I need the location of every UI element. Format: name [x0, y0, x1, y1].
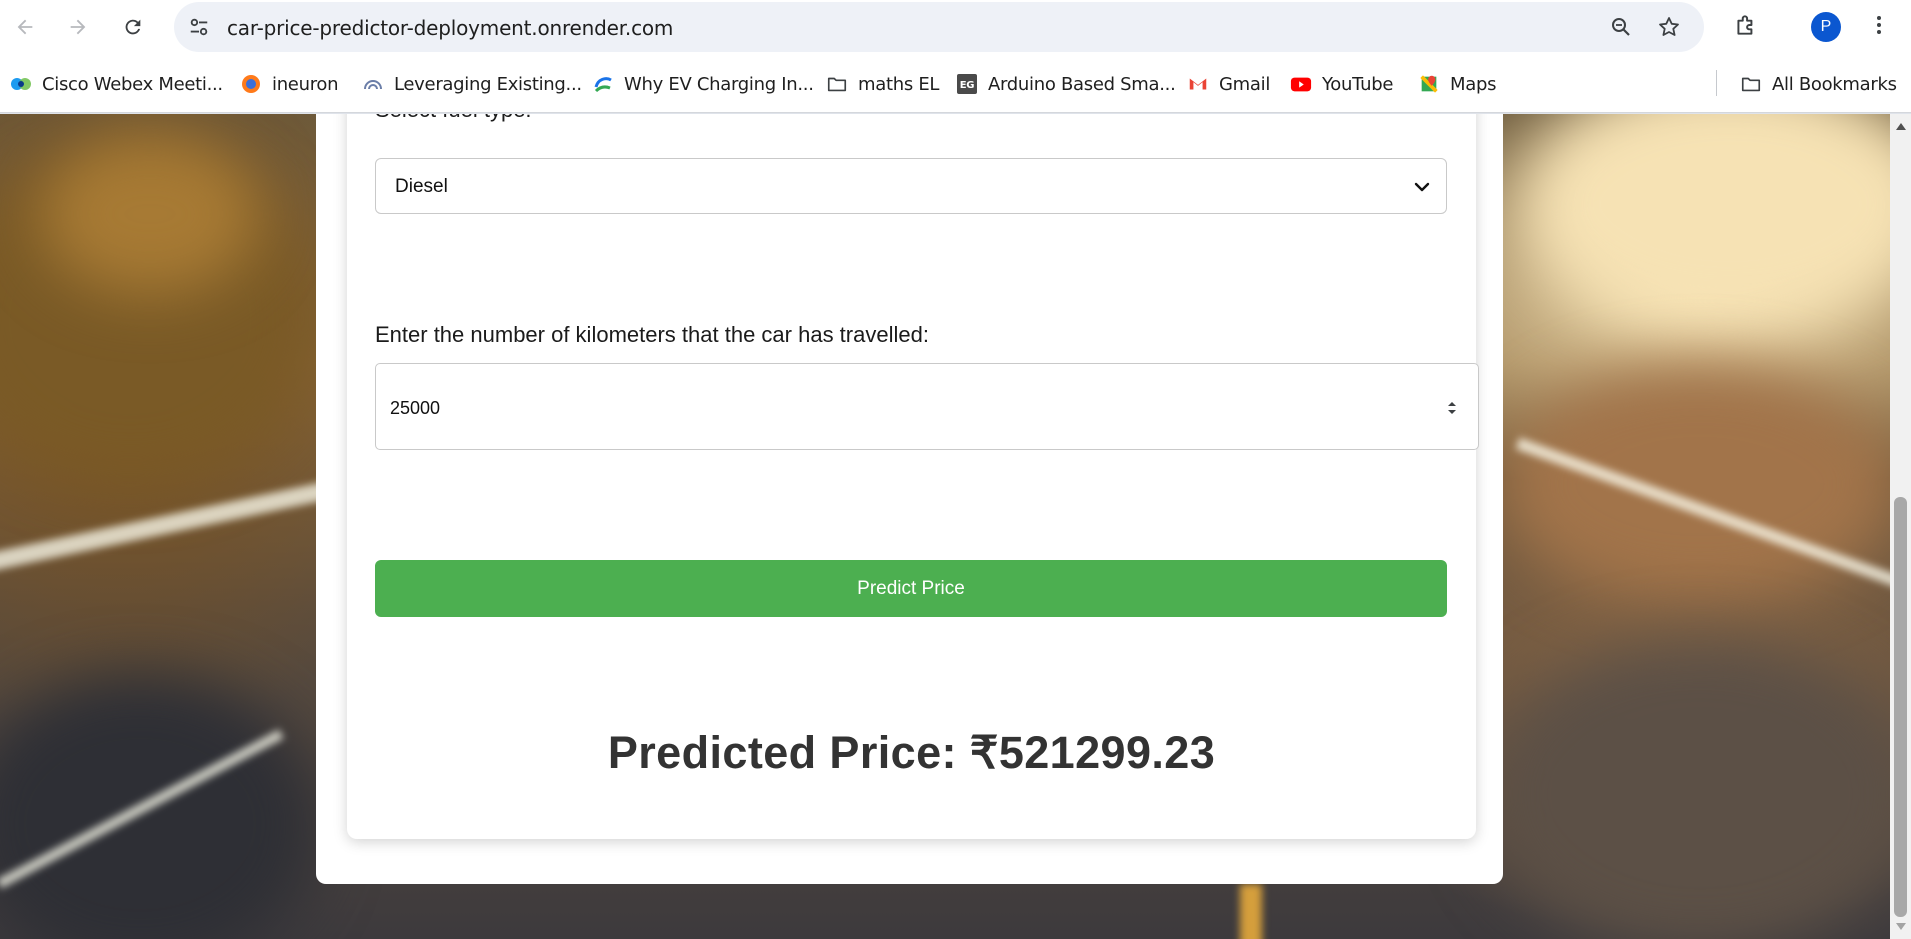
bookmark-label: Gmail [1219, 73, 1271, 95]
forward-arrow-icon[interactable] [60, 10, 96, 44]
scrollbar-thumb[interactable] [1894, 497, 1907, 917]
bookmark-gmail[interactable]: Gmail [1187, 69, 1270, 99]
folder-icon [826, 73, 848, 95]
kilometers-value: 25000 [390, 398, 441, 418]
background-foliage [40, 134, 260, 294]
ev-charging-icon [592, 73, 614, 95]
bookmark-youtube[interactable]: YouTube [1290, 69, 1393, 99]
bookmark-webex[interactable]: Cisco Webex Meeti... [10, 69, 223, 99]
bookmark-label: Cisco Webex Meeti... [42, 73, 223, 95]
bookmarks-bar: Cisco Webex Meeti... ineuron Leveraging … [0, 55, 1911, 113]
site-settings-icon[interactable] [186, 14, 212, 40]
bookmark-label: Why EV Charging In... [624, 73, 814, 95]
page-scrollbar[interactable] [1890, 114, 1911, 939]
kilometers-label: Enter the number of kilometers that the … [375, 322, 929, 347]
browser-toolbar: car-price-predictor-deployment.onrender.… [0, 0, 1911, 55]
chevron-down-icon [1414, 182, 1430, 192]
bookmark-maths-el[interactable]: maths EL [826, 69, 939, 99]
bookmark-arduino[interactable]: EG Arduino Based Sma... [956, 69, 1176, 99]
background-road-right [1480, 634, 1890, 939]
background-road-left [0, 674, 320, 939]
bookmark-label: Arduino Based Sma... [988, 73, 1176, 95]
fuel-type-select[interactable]: Diesel [375, 158, 1447, 214]
bookmark-label: YouTube [1322, 73, 1394, 95]
background-shoreline [1500, 364, 1890, 604]
fuel-type-label: Select fuel type: [375, 114, 532, 123]
ineuron-icon [240, 73, 262, 95]
background-sky-glow [1520, 114, 1890, 334]
kilometers-input[interactable]: 25000 [375, 363, 1479, 450]
bookmark-maps[interactable]: Maps [1418, 69, 1496, 99]
bookmark-ineuron[interactable]: ineuron [240, 69, 339, 99]
bookmark-label: Leveraging Existing... [394, 73, 582, 95]
kebab-menu-icon[interactable] [1866, 12, 1892, 38]
number-spinner-icon[interactable] [1444, 398, 1460, 418]
svg-text:EG: EG [960, 80, 975, 91]
reload-icon[interactable] [115, 10, 151, 44]
zoom-icon[interactable] [1608, 14, 1634, 40]
back-arrow-icon[interactable] [7, 10, 43, 44]
bookmark-ev-charging[interactable]: Why EV Charging In... [592, 69, 814, 99]
bookmark-label: Maps [1450, 73, 1497, 95]
background-guardrail [0, 481, 328, 575]
page-viewport: Select fuel type: Diesel Enter the numbe… [0, 114, 1890, 939]
profile-avatar[interactable]: P [1811, 12, 1841, 42]
youtube-icon [1290, 73, 1312, 95]
address-bar[interactable]: car-price-predictor-deployment.onrender.… [174, 2, 1704, 52]
predict-price-button[interactable]: Predict Price [375, 560, 1447, 617]
maps-icon [1418, 73, 1440, 95]
all-bookmarks-button[interactable]: All Bookmarks [1740, 69, 1897, 99]
bookmark-label: ineuron [272, 73, 339, 95]
all-bookmarks-label: All Bookmarks [1772, 73, 1897, 95]
scroll-up-icon[interactable] [1896, 123, 1906, 130]
eg-icon: EG [956, 73, 978, 95]
bookmark-label: maths EL [858, 73, 940, 95]
url-text[interactable]: car-price-predictor-deployment.onrender.… [227, 16, 673, 40]
folder-icon [1740, 73, 1762, 95]
fuel-type-selected: Diesel [395, 176, 448, 197]
scroll-down-icon[interactable] [1896, 923, 1906, 930]
bookmarks-separator [1716, 70, 1717, 96]
gmail-icon [1187, 73, 1209, 95]
webex-icon [10, 73, 32, 95]
predicted-price-result: Predicted Price: ₹521299.23 [607, 727, 1216, 778]
leveraging-icon [362, 73, 384, 95]
star-icon[interactable] [1656, 14, 1682, 40]
background-center-line [1240, 884, 1262, 939]
bookmark-leveraging[interactable]: Leveraging Existing... [362, 69, 582, 99]
extensions-icon[interactable] [1733, 12, 1759, 38]
